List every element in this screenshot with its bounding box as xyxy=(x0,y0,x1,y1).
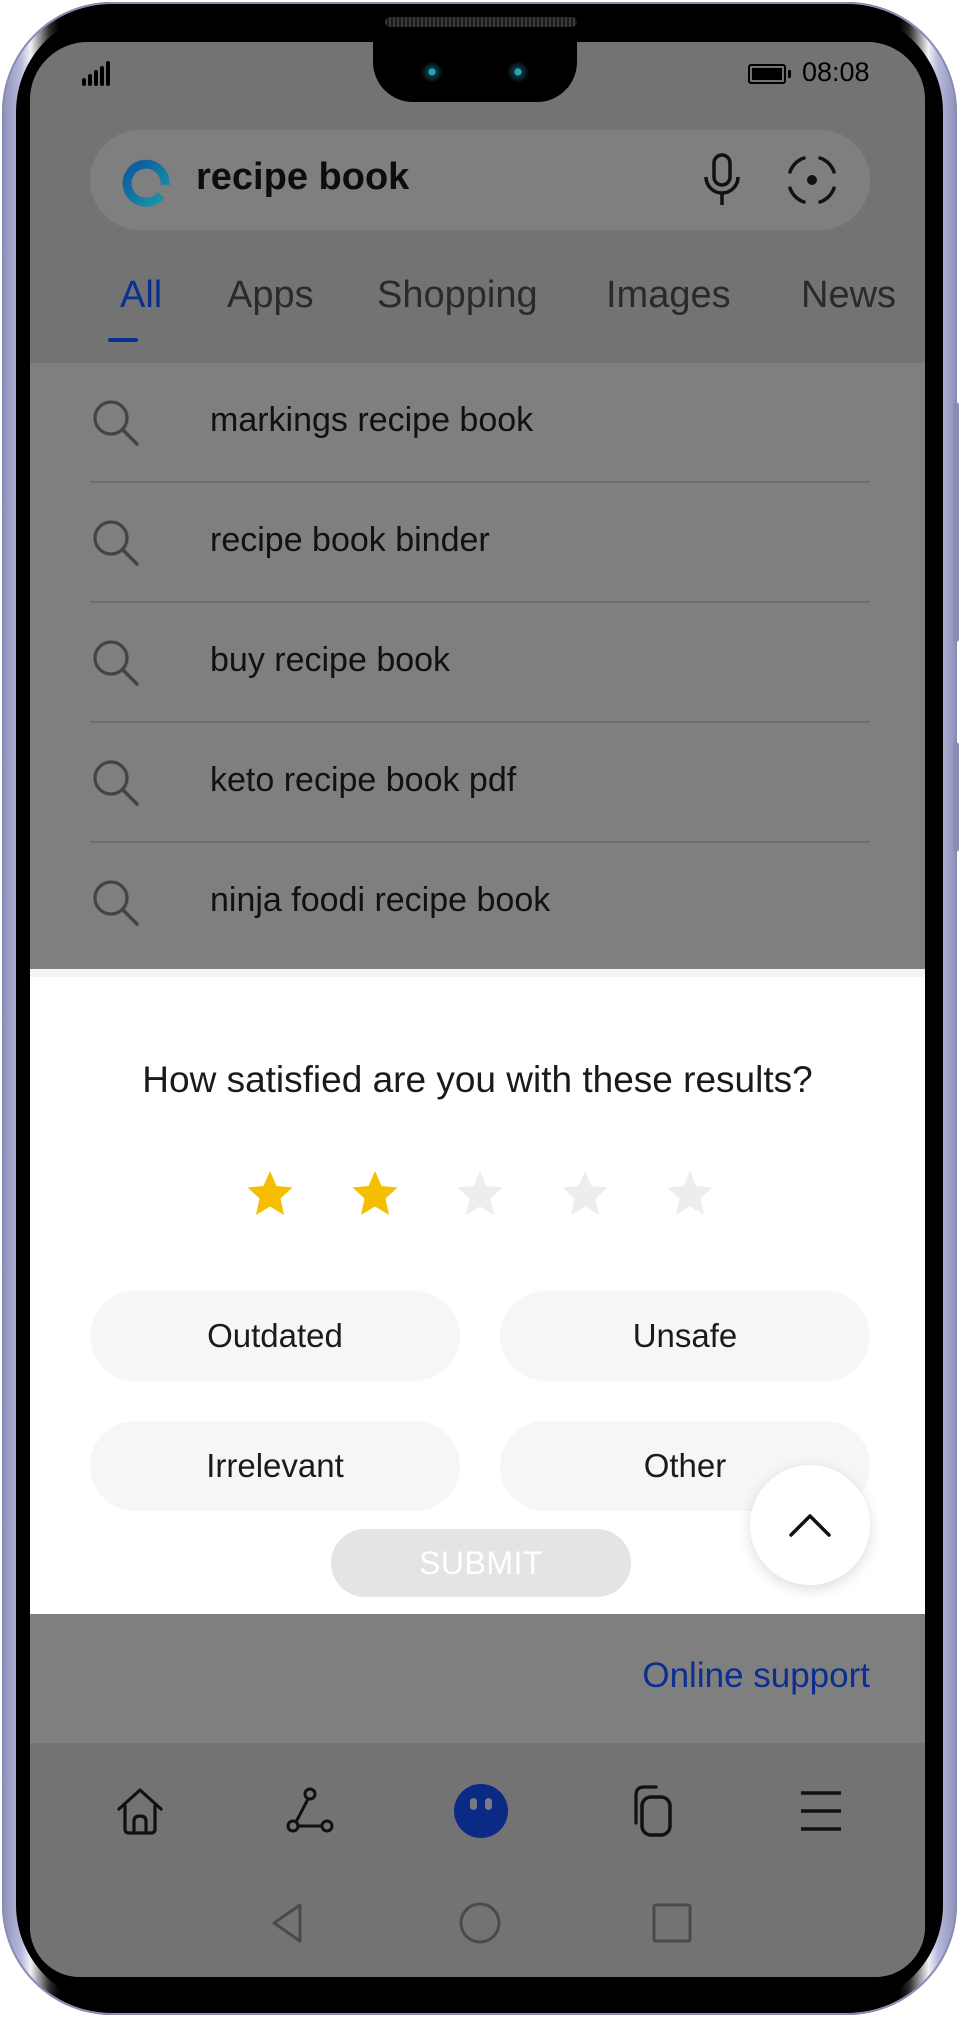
feedback-question: How satisfied are you with these results… xyxy=(142,1059,813,1100)
star-empty-icon[interactable] xyxy=(665,1169,715,1219)
tab-all[interactable]: All xyxy=(120,274,162,317)
nav-menu-button[interactable] xyxy=(791,1781,851,1841)
suggestion-item[interactable]: ninja foodi recipe book xyxy=(90,843,870,963)
tab-news[interactable]: News xyxy=(801,274,896,317)
system-navigation xyxy=(30,1873,925,1977)
assistant-icon xyxy=(454,1784,508,1838)
visual-search-icon[interactable] xyxy=(786,154,838,206)
battery-icon xyxy=(748,64,791,84)
search-icon xyxy=(93,400,139,446)
search-bar[interactable]: recipe book xyxy=(90,130,870,230)
online-support-link[interactable]: Online support xyxy=(642,1656,870,1696)
reason-unsafe-button[interactable]: Unsafe xyxy=(500,1291,870,1381)
front-sensor-icon xyxy=(507,62,529,84)
suggestion-item[interactable]: markings recipe book xyxy=(90,363,870,483)
tab-apps[interactable]: Apps xyxy=(227,274,314,317)
suggestion-text: ninja foodi recipe book xyxy=(210,881,551,919)
suggestion-item[interactable]: recipe book binder xyxy=(90,483,870,603)
nav-discover-button[interactable] xyxy=(280,1781,340,1841)
nav-tabs-button[interactable] xyxy=(622,1781,682,1841)
earpiece-speaker xyxy=(385,17,577,27)
search-icon xyxy=(93,760,139,806)
star-filled-icon[interactable] xyxy=(350,1169,400,1219)
camera-notch xyxy=(373,42,577,102)
microphone-icon[interactable] xyxy=(700,152,744,208)
volume-button xyxy=(953,402,959,642)
submit-button[interactable]: SUBMIT xyxy=(331,1529,631,1597)
search-icon xyxy=(93,880,139,926)
power-button xyxy=(953,742,959,852)
star-empty-icon[interactable] xyxy=(455,1169,505,1219)
nav-assistant-button[interactable] xyxy=(451,1781,511,1841)
search-app-logo-icon xyxy=(122,159,170,207)
suggestion-text: markings recipe book xyxy=(210,401,534,439)
home-icon xyxy=(117,1788,163,1835)
star-rating xyxy=(30,1169,925,1225)
reason-irrelevant-button[interactable]: Irrelevant xyxy=(90,1421,460,1511)
suggestion-item[interactable]: keto recipe book pdf xyxy=(90,723,870,843)
search-tabs: All Apps Shopping Images News xyxy=(90,274,910,334)
star-filled-icon[interactable] xyxy=(245,1169,295,1219)
home-circle-icon[interactable] xyxy=(456,1899,504,1947)
suggestion-list: markings recipe book recipe book binder … xyxy=(30,363,925,969)
tab-shopping[interactable]: Shopping xyxy=(377,274,538,317)
recents-icon[interactable] xyxy=(648,1899,696,1947)
phone-screen: 08:08 recipe book All Apps Shopping Imag… xyxy=(30,42,925,1977)
bottom-navigation xyxy=(30,1743,925,1873)
discover-icon xyxy=(286,1787,334,1833)
back-icon[interactable] xyxy=(264,1899,312,1947)
suggestion-item[interactable]: buy recipe book xyxy=(90,603,870,723)
reason-outdated-button[interactable]: Outdated xyxy=(90,1291,460,1381)
search-icon xyxy=(93,640,139,686)
tab-images[interactable]: Images xyxy=(606,274,731,317)
chevron-up-icon xyxy=(789,1514,831,1537)
star-empty-icon[interactable] xyxy=(560,1169,610,1219)
support-section: Online support xyxy=(30,1614,925,1743)
panel-top-edge xyxy=(30,969,925,977)
scroll-to-top-button[interactable] xyxy=(750,1465,870,1585)
front-camera-icon xyxy=(421,62,443,84)
suggestion-text: buy recipe book xyxy=(210,641,451,679)
search-header: 08:08 recipe book All Apps Shopping Imag… xyxy=(30,42,925,363)
nav-home-button[interactable] xyxy=(110,1781,170,1841)
signal-icon xyxy=(82,60,112,86)
active-tab-indicator xyxy=(108,338,138,342)
suggestion-text: recipe book binder xyxy=(210,521,490,559)
search-input[interactable]: recipe book xyxy=(196,156,409,199)
search-icon xyxy=(93,520,139,566)
menu-icon xyxy=(801,1791,841,1831)
suggestion-text: keto recipe book pdf xyxy=(210,761,517,799)
status-time: 08:08 xyxy=(802,57,870,87)
tabs-icon xyxy=(634,1785,672,1837)
feedback-panel: How satisfied are you with these results… xyxy=(30,969,925,1614)
